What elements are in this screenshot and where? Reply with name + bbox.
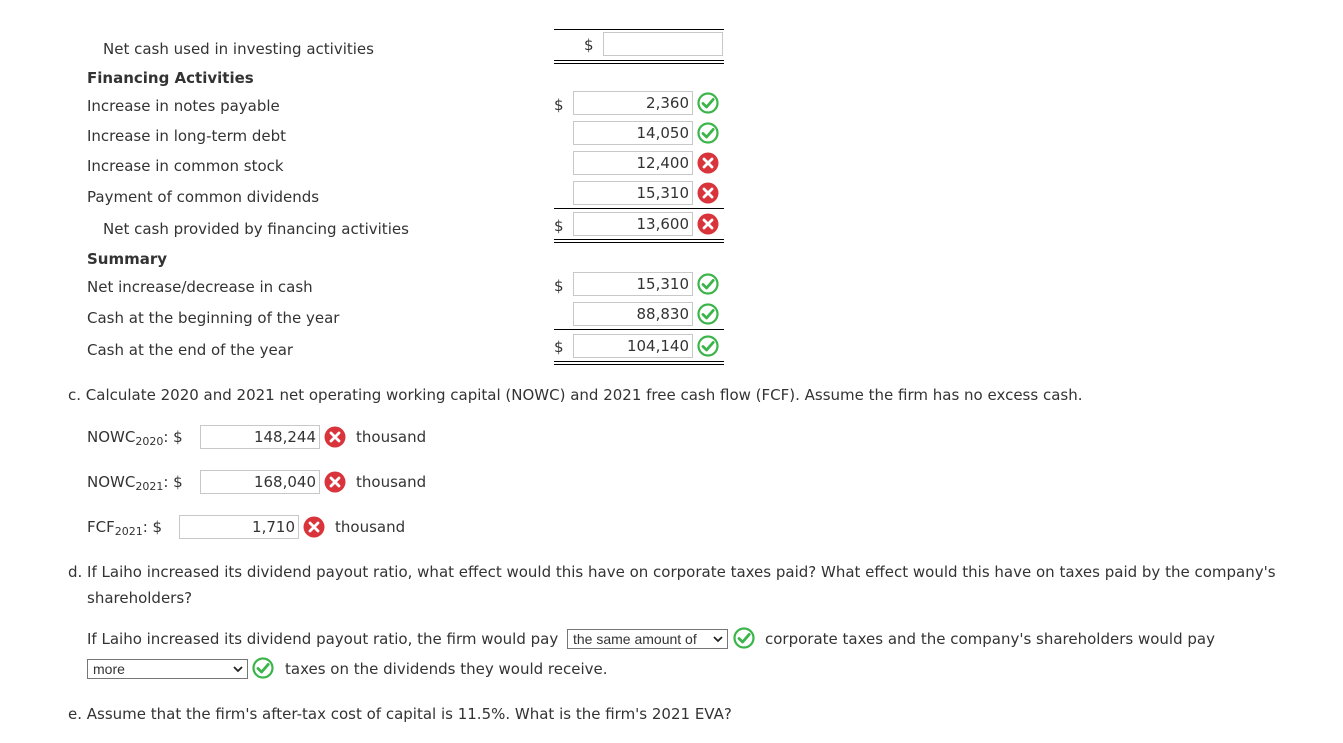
cash-begin-input[interactable]: 88,830 (573, 302, 693, 326)
net-investing-currency: $ (584, 36, 594, 54)
lt-debt-label: Increase in long-term debt (87, 127, 287, 145)
cash-end-input[interactable]: 104,140 (573, 334, 693, 358)
net-financing-currency: $ (554, 217, 564, 235)
net-financing-input[interactable]: 13,600 (573, 212, 693, 236)
cash-begin-label: Cash at the beginning of the year (87, 309, 340, 327)
check-icon (697, 92, 719, 114)
net-investing-label: Net cash used in investing activities (103, 40, 374, 58)
common-stock-input[interactable]: 12,400 (573, 151, 693, 175)
net-change-label: Net increase/decrease in cash (87, 278, 313, 296)
net-financing-label: Net cash provided by financing activitie… (103, 220, 409, 238)
lt-debt-input[interactable]: 14,050 (573, 121, 693, 145)
nowc2021-unit: thousand (356, 473, 427, 491)
cash-end-double-rule (554, 361, 724, 365)
nowc2021-input[interactable]: 168,040 (200, 470, 320, 494)
financing-subtotal-rule (554, 208, 724, 209)
cash-subtotal-rule (554, 329, 724, 330)
net-investing-double-rule (554, 60, 724, 64)
net-investing-input[interactable] (603, 32, 723, 56)
part-d-answer-suffix: taxes on the dividends they would receiv… (285, 660, 608, 678)
notes-payable-label: Increase in notes payable (87, 97, 280, 115)
x-icon (324, 426, 346, 448)
taxes-effect-select-value: the same amount of (573, 631, 697, 647)
chevron-down-icon (233, 666, 243, 673)
part-e-question: e. Assume that the firm's after-tax cost… (68, 705, 732, 723)
fcf-input[interactable]: 1,710 (179, 515, 299, 539)
part-d-question-line2: shareholders? (87, 589, 193, 607)
common-stock-label: Increase in common stock (87, 157, 284, 175)
nowc2020-unit: thousand (356, 428, 427, 446)
check-icon (697, 273, 719, 295)
notes-payable-currency: $ (554, 96, 564, 114)
part-c-question: c. Calculate 2020 and 2021 net operating… (68, 386, 1083, 404)
x-icon (697, 152, 719, 174)
dividend-taxes-select-value: more (93, 661, 125, 677)
nowc2020-label: NOWC2020: $ (87, 428, 183, 448)
check-icon (252, 657, 274, 679)
part-d-answer-middle: corporate taxes and the company's shareh… (765, 630, 1215, 648)
check-icon (697, 335, 719, 357)
check-icon (733, 627, 755, 649)
check-icon (697, 303, 719, 325)
net-financing-double-rule (554, 239, 724, 243)
cash-end-currency: $ (554, 338, 564, 356)
chevron-down-icon (713, 636, 723, 643)
top-rule (554, 29, 724, 30)
part-d-question-line1: d. If Laiho increased its dividend payou… (68, 563, 1276, 581)
dividends-input[interactable]: 15,310 (573, 181, 693, 205)
nowc2021-label: NOWC2021: $ (87, 473, 183, 493)
summary-header: Summary (87, 250, 168, 268)
net-change-input[interactable]: 15,310 (573, 272, 693, 296)
cash-end-label: Cash at the end of the year (87, 341, 294, 359)
notes-payable-input[interactable]: 2,360 (573, 91, 693, 115)
fcf-label: FCF2021: $ (87, 518, 163, 538)
fcf-unit: thousand (335, 518, 406, 536)
x-icon (697, 182, 719, 204)
part-d-answer-prefix: If Laiho increased its dividend payout r… (87, 630, 559, 648)
x-icon (697, 213, 719, 235)
net-change-currency: $ (554, 277, 564, 295)
dividend-taxes-select[interactable]: more (87, 659, 248, 679)
x-icon (324, 471, 346, 493)
taxes-effect-select[interactable]: the same amount of (567, 629, 728, 649)
nowc2020-input[interactable]: 148,244 (200, 425, 320, 449)
dividends-label: Payment of common dividends (87, 188, 320, 206)
check-icon (697, 122, 719, 144)
x-icon (303, 516, 325, 538)
financing-header: Financing Activities (87, 69, 254, 87)
